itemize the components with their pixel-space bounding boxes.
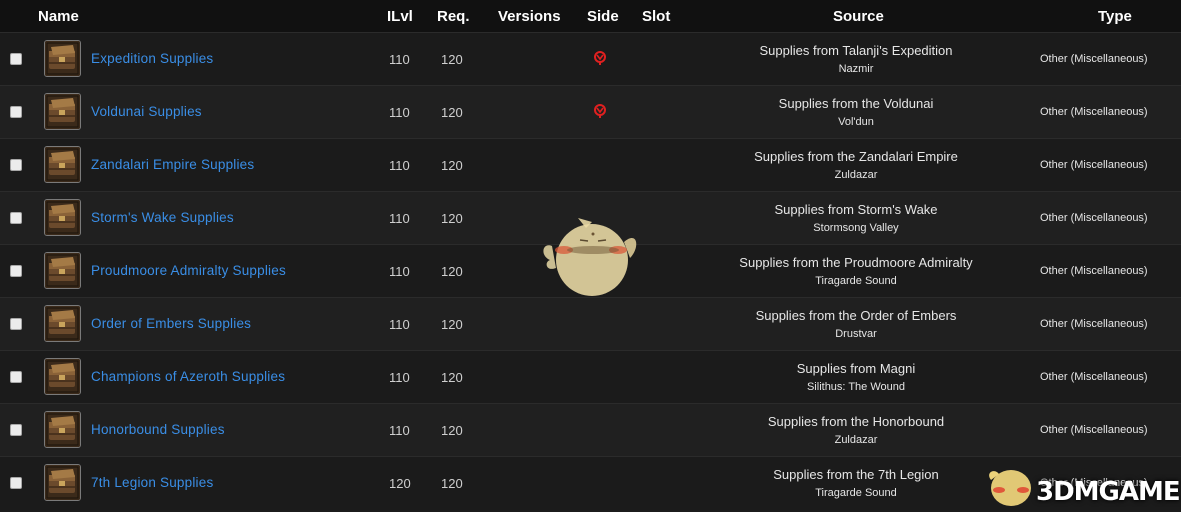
source-text: Supplies from Magni bbox=[796, 361, 916, 376]
row-checkbox[interactable] bbox=[10, 159, 22, 171]
item-name-link[interactable]: Expedition Supplies bbox=[91, 51, 213, 66]
source-text: Supplies from Talanji's Expedition bbox=[759, 43, 953, 58]
source-zone: Zuldazar bbox=[834, 434, 878, 446]
item-type: Other (Miscellaneous) bbox=[1040, 53, 1148, 65]
column-header-slot[interactable]: Slot bbox=[642, 8, 670, 25]
required-level: 120 bbox=[441, 211, 463, 226]
watermark-text: 3DMGAME bbox=[1036, 477, 1181, 507]
table-row: Zandalari Empire Supplies 110 120 Suppli… bbox=[0, 138, 1181, 192]
supply-chest-icon[interactable] bbox=[44, 464, 81, 501]
column-header-req[interactable]: Req. bbox=[437, 8, 470, 25]
required-level: 120 bbox=[441, 370, 463, 385]
source-zone: Tiragarde Sound bbox=[815, 487, 897, 499]
supply-chest-icon[interactable] bbox=[44, 358, 81, 395]
supply-chest-icon[interactable] bbox=[44, 93, 81, 130]
source-zone: Tiragarde Sound bbox=[815, 275, 897, 287]
item-type: Other (Miscellaneous) bbox=[1040, 371, 1148, 383]
item-type: Other (Miscellaneous) bbox=[1040, 159, 1148, 171]
source-text: Supplies from the Order of Embers bbox=[755, 308, 957, 323]
row-checkbox[interactable] bbox=[10, 265, 22, 277]
item-type: Other (Miscellaneous) bbox=[1040, 106, 1148, 118]
row-checkbox[interactable] bbox=[10, 318, 22, 330]
required-level: 120 bbox=[441, 423, 463, 438]
source-zone: Silithus: The Wound bbox=[806, 381, 906, 393]
source-zone: Zuldazar bbox=[834, 169, 878, 181]
item-name-link[interactable]: Champions of Azeroth Supplies bbox=[91, 369, 285, 384]
column-header-ilvl[interactable]: ILvl bbox=[387, 8, 413, 25]
supply-chest-icon[interactable] bbox=[44, 146, 81, 183]
source-text: Supplies from the Zandalari Empire bbox=[754, 149, 958, 164]
item-level: 110 bbox=[389, 105, 410, 120]
supply-chest-icon[interactable] bbox=[44, 199, 81, 236]
horde-icon bbox=[592, 50, 608, 66]
source-text: Supplies from Storm's Wake bbox=[774, 202, 938, 217]
item-type: Other (Miscellaneous) bbox=[1040, 212, 1148, 224]
item-name-link[interactable]: Order of Embers Supplies bbox=[91, 316, 251, 331]
row-checkbox[interactable] bbox=[10, 477, 22, 489]
mascot-watermark-icon bbox=[543, 218, 637, 296]
source-text: Supplies from the Voldunai bbox=[778, 96, 934, 111]
column-header-side[interactable]: Side bbox=[587, 8, 619, 25]
item-level: 110 bbox=[389, 264, 410, 279]
item-level: 110 bbox=[389, 423, 410, 438]
supply-chest-icon[interactable] bbox=[44, 411, 81, 448]
item-level: 110 bbox=[389, 317, 410, 332]
item-name-link[interactable]: Proudmoore Admiralty Supplies bbox=[91, 263, 286, 278]
source-zone: Drustvar bbox=[835, 328, 877, 340]
source-text: Supplies from the Proudmoore Admiralty bbox=[739, 255, 973, 270]
item-level: 120 bbox=[389, 476, 411, 491]
item-name-link[interactable]: 7th Legion Supplies bbox=[91, 475, 213, 490]
source-zone: Stormsong Valley bbox=[813, 222, 899, 234]
item-type: Other (Miscellaneous) bbox=[1040, 265, 1148, 277]
item-level: 110 bbox=[389, 211, 410, 226]
source-zone: Vol'dun bbox=[838, 116, 874, 128]
required-level: 120 bbox=[441, 52, 463, 67]
required-level: 120 bbox=[441, 105, 463, 120]
item-type: Other (Miscellaneous) bbox=[1040, 424, 1148, 436]
table-header: Name ILvl Req. Versions Side Slot Source… bbox=[0, 0, 1181, 32]
item-level: 110 bbox=[389, 52, 410, 67]
column-header-type[interactable]: Type bbox=[1098, 8, 1132, 25]
required-level: 120 bbox=[441, 264, 463, 279]
item-level: 110 bbox=[389, 370, 410, 385]
supply-chest-icon[interactable] bbox=[44, 305, 81, 342]
table-row: Expedition Supplies 110 120 Supplies fro… bbox=[0, 32, 1181, 86]
item-name-link[interactable]: Honorbound Supplies bbox=[91, 422, 225, 437]
horde-icon bbox=[592, 103, 608, 119]
source-text: Supplies from the Honorbound bbox=[767, 414, 945, 429]
item-name-link[interactable]: Zandalari Empire Supplies bbox=[91, 157, 254, 172]
source-text: Supplies from the 7th Legion bbox=[773, 467, 939, 482]
supply-chest-icon[interactable] bbox=[44, 40, 81, 77]
row-checkbox[interactable] bbox=[10, 371, 22, 383]
supply-chest-icon[interactable] bbox=[44, 252, 81, 289]
row-checkbox[interactable] bbox=[10, 212, 22, 224]
row-checkbox[interactable] bbox=[10, 106, 22, 118]
row-checkbox[interactable] bbox=[10, 424, 22, 436]
table-row: Champions of Azeroth Supplies 110 120 Su… bbox=[0, 350, 1181, 404]
row-checkbox[interactable] bbox=[10, 53, 22, 65]
column-header-versions[interactable]: Versions bbox=[498, 8, 561, 25]
column-header-name[interactable]: Name bbox=[38, 8, 79, 25]
table-row: Order of Embers Supplies 110 120 Supplie… bbox=[0, 297, 1181, 351]
required-level: 120 bbox=[441, 317, 463, 332]
required-level: 120 bbox=[441, 476, 463, 491]
item-name-link[interactable]: Voldunai Supplies bbox=[91, 104, 202, 119]
table-row: Honorbound Supplies 110 120 Supplies fro… bbox=[0, 403, 1181, 457]
required-level: 120 bbox=[441, 158, 463, 173]
table-row: Voldunai Supplies 110 120 Supplies from … bbox=[0, 85, 1181, 139]
item-level: 110 bbox=[389, 158, 410, 173]
item-type: Other (Miscellaneous) bbox=[1040, 318, 1148, 330]
item-name-link[interactable]: Storm's Wake Supplies bbox=[91, 210, 234, 225]
source-zone: Nazmir bbox=[838, 63, 874, 75]
column-header-source[interactable]: Source bbox=[833, 8, 884, 25]
